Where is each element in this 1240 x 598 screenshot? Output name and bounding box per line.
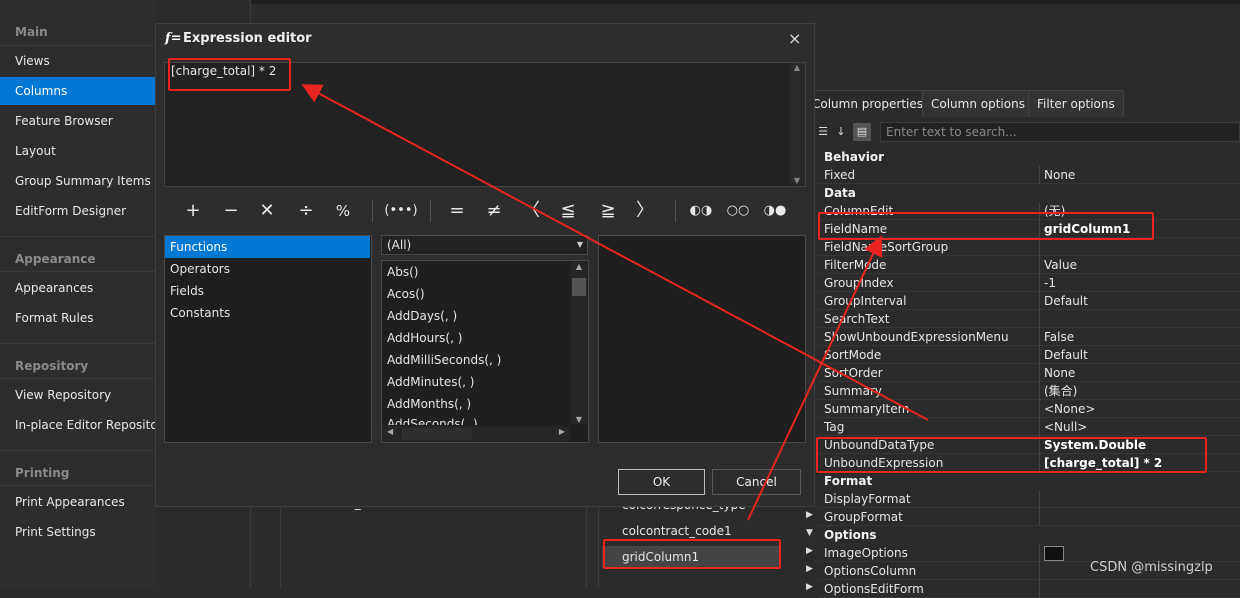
annotation-arrow xyxy=(747,235,883,521)
annotation-arrows xyxy=(301,84,929,521)
annotation-arrow xyxy=(301,84,929,421)
watermark: CSDN @missingzlp xyxy=(1090,560,1213,575)
